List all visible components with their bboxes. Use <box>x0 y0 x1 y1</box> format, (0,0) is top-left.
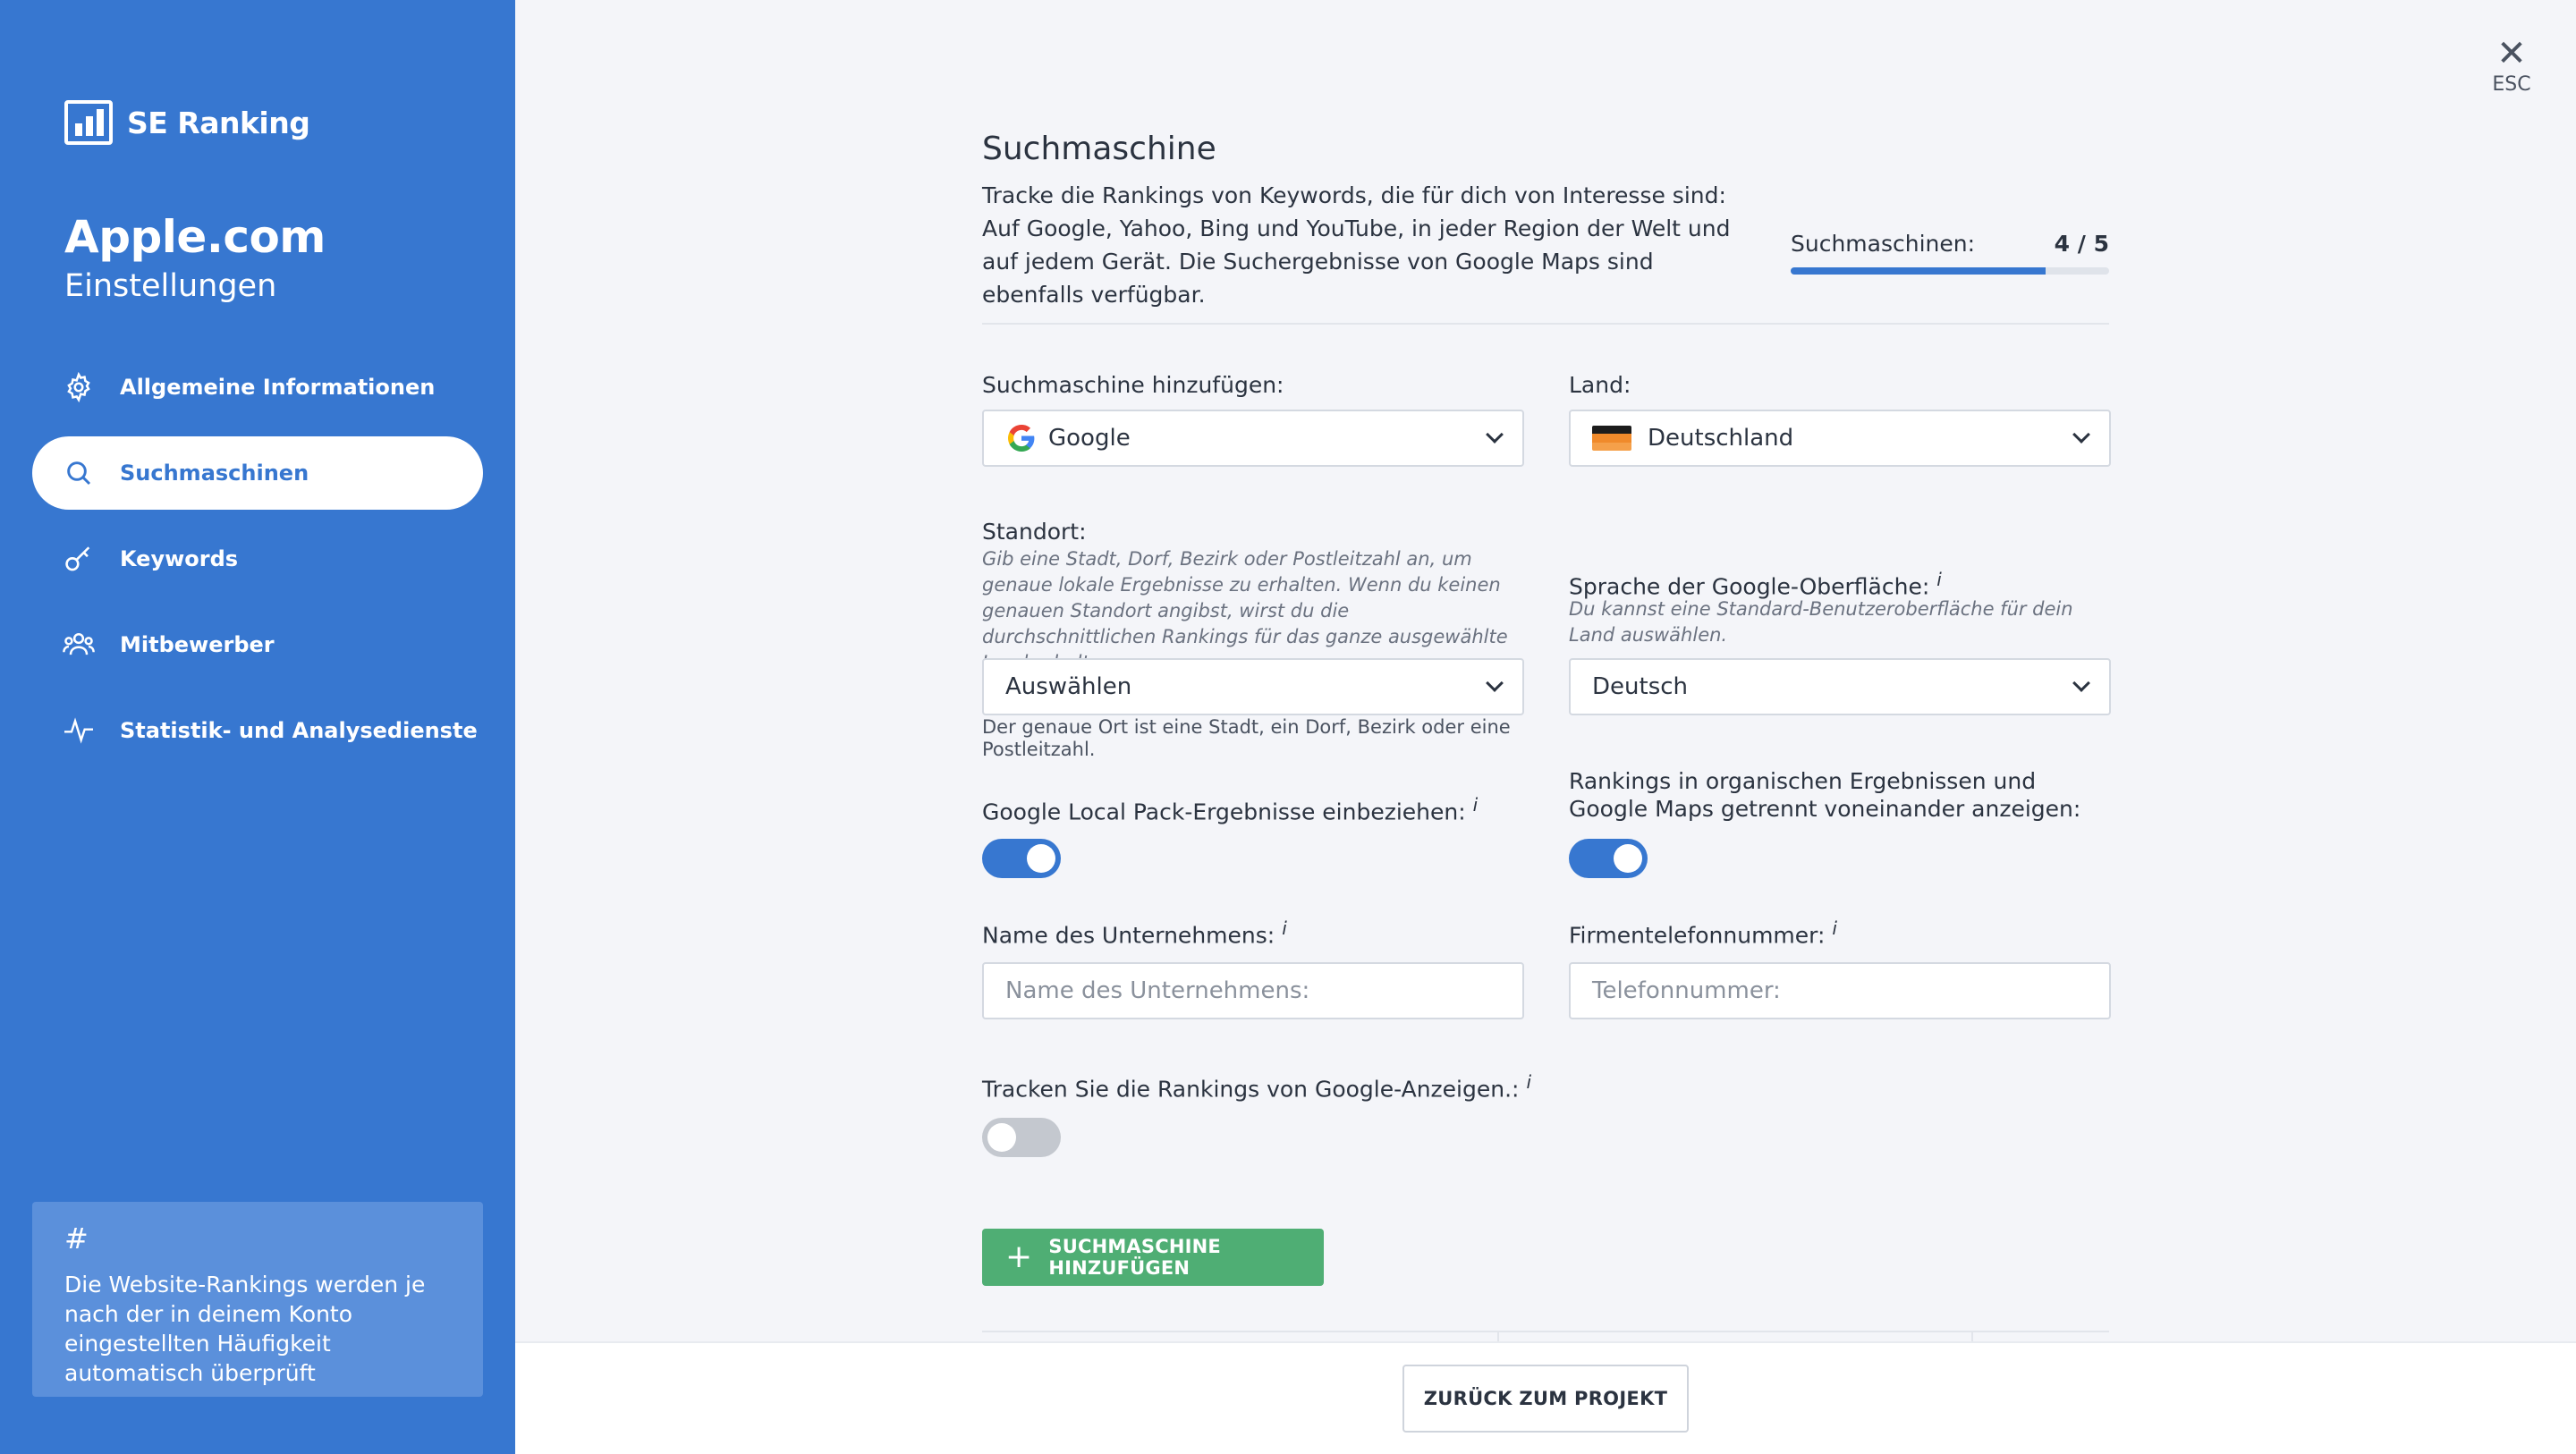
country-select[interactable]: Deutschland <box>1569 410 2111 467</box>
info-icon[interactable]: i <box>1473 794 1479 816</box>
sidebar-item-label: Keywords <box>120 546 239 571</box>
location-helper: Der genaue Ort ist eine Stadt, ein Dorf,… <box>982 716 1511 760</box>
sidebar-item-label: Statistik- und Analysedienste <box>120 718 478 743</box>
gear-icon <box>63 371 95 403</box>
maps-separate-toggle[interactable] <box>1569 839 1648 878</box>
maps-separate-label: Rankings in organischen Ergebnissen und … <box>1569 768 2081 822</box>
users-icon <box>63 629 95 661</box>
language-label: Sprache der Google-Oberfläche: i <box>1569 569 1942 600</box>
ads-toggle[interactable] <box>982 1118 1061 1157</box>
language-hint: Du kannst eine Standard-Benutzeroberfläc… <box>1569 598 2073 646</box>
app-logo[interactable]: SE Ranking <box>64 100 310 145</box>
sidebar-item-competitors[interactable]: Mitbewerber <box>32 608 483 681</box>
add-button-label: SUCHMASCHINE HINZUFÜGEN <box>1048 1236 1221 1279</box>
sidebar-item-analytics[interactable]: Statistik- und Analysedienste <box>32 694 483 767</box>
local-pack-toggle[interactable] <box>982 839 1061 878</box>
info-icon[interactable]: i <box>1526 1071 1531 1093</box>
project-title: Apple.com <box>64 211 326 263</box>
counter-progress-fill <box>1791 267 2046 275</box>
chevron-down-icon <box>2072 674 2090 692</box>
back-to-project-button[interactable]: ZURÜCK ZUM PROJEKT <box>1402 1365 1689 1433</box>
key-icon <box>63 543 95 575</box>
location-value: Auswählen <box>1005 673 1132 700</box>
local-pack-label: Google Local Pack-Ergebnisse einbeziehen… <box>982 794 1479 825</box>
divider <box>982 323 2109 325</box>
page-title: Suchmaschine <box>982 131 1216 167</box>
auto-check-info: # Die Website-Rankings werden je nach de… <box>32 1202 483 1397</box>
location-label: Standort: <box>982 519 1087 545</box>
logo-chart-icon <box>64 100 113 145</box>
sidebar-item-label: Allgemeine Informationen <box>120 375 436 400</box>
germany-flag-icon <box>1592 426 1631 451</box>
info-text: Die Website-Rankings werden je nach der … <box>64 1272 426 1386</box>
language-value: Deutsch <box>1592 673 1689 700</box>
sidebar-item-search-engines[interactable]: Suchmaschinen <box>32 436 483 510</box>
sidebar: SE Ranking Apple.com Einstellungen Allge… <box>0 0 515 1454</box>
logo-text: SE Ranking <box>127 105 310 140</box>
sidebar-item-general[interactable]: Allgemeine Informationen <box>32 351 483 424</box>
counter-value: 4 / 5 <box>2054 231 2109 257</box>
engine-select[interactable]: Google <box>982 410 1524 467</box>
info-icon[interactable]: i <box>1832 917 1837 939</box>
sidebar-item-keywords[interactable]: Keywords <box>32 522 483 596</box>
company-phone-label: Firmentelefonnummer: i <box>1569 917 1837 949</box>
project-subtitle: Einstellungen <box>64 268 277 304</box>
chevron-down-icon <box>2072 426 2090 444</box>
sidebar-item-label: Suchmaschinen <box>120 461 309 486</box>
company-phone-input[interactable]: Telefonnummer: <box>1569 962 2111 1019</box>
counter-progress <box>1791 267 2109 275</box>
location-select[interactable]: Auswählen <box>982 658 1524 715</box>
info-icon[interactable]: i <box>1936 569 1942 590</box>
chevron-down-icon <box>1486 426 1504 444</box>
add-search-engine-button[interactable]: + SUCHMASCHINE HINZUFÜGEN <box>982 1229 1324 1286</box>
google-icon <box>1008 425 1035 452</box>
country-value: Deutschland <box>1648 425 1794 452</box>
chevron-down-icon <box>1486 674 1504 692</box>
company-name-input[interactable]: Name des Unternehmens: <box>982 962 1524 1019</box>
close-icon: ✕ <box>2496 33 2527 74</box>
company-name-placeholder: Name des Unternehmens: <box>1005 977 1310 1004</box>
footer-bar: ZURÜCK ZUM PROJEKT <box>515 1341 2576 1454</box>
close-label: ESC <box>2492 73 2531 96</box>
info-icon[interactable]: i <box>1282 917 1287 939</box>
close-button[interactable]: ✕ ESC <box>2490 36 2533 96</box>
search-icon <box>63 457 95 489</box>
language-select[interactable]: Deutsch <box>1569 658 2111 715</box>
engine-counter: Suchmaschinen: 4 / 5 <box>1791 231 2109 275</box>
ads-label: Tracken Sie die Rankings von Google-Anze… <box>982 1071 1532 1103</box>
sidebar-item-label: Mitbewerber <box>120 632 275 657</box>
hash-icon: # <box>64 1222 89 1255</box>
engine-value: Google <box>1048 425 1131 452</box>
counter-label: Suchmaschinen: <box>1791 231 1976 257</box>
location-hint: Gib eine Stadt, Dorf, Bezirk oder Postle… <box>982 548 1508 673</box>
intro-text: Tracke die Rankings von Keywords, die fü… <box>982 182 1731 308</box>
sidebar-nav: Allgemeine Informationen Suchmaschinen K… <box>32 351 483 780</box>
engine-label: Suchmaschine hinzufügen: <box>982 372 1284 398</box>
pulse-icon <box>63 714 95 747</box>
company-name-label: Name des Unternehmens: i <box>982 917 1287 949</box>
country-label: Land: <box>1569 372 1631 398</box>
company-phone-placeholder: Telefonnummer: <box>1592 977 1781 1004</box>
engines-table <box>982 1331 2109 1343</box>
plus-icon: + <box>1005 1238 1033 1275</box>
